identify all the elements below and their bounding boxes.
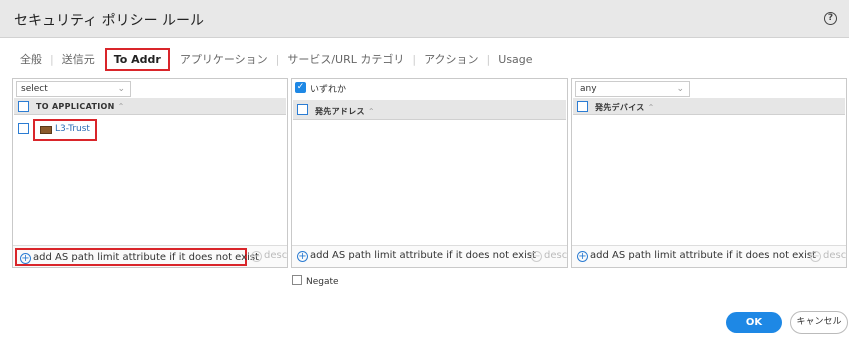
sort-icon: ⌃ [367, 107, 375, 116]
column-header-label[interactable]: 発先アドレス ⌃ [315, 106, 375, 117]
zone-icon [40, 126, 52, 134]
column-title: 発先デバイス [595, 103, 645, 112]
plus-icon: + [297, 251, 308, 262]
highlight-box: L3-Trust [33, 119, 97, 141]
to-application-panel: select ⌄ TO APPLICATION ⌃ L3-Trust + add A… [12, 78, 288, 268]
ok-button[interactable]: OK [726, 312, 782, 333]
minus-icon: − [531, 251, 542, 262]
add-button[interactable]: + add AS path limit attribute if it does … [294, 248, 539, 266]
add-button-label: add AS path limit attribute if it does n… [310, 250, 536, 261]
destination-address-panel: ✓ いずれか 発先アドレス ⌃ + add AS path limit attrib… [291, 78, 568, 268]
add-button-label: add AS path limit attribute if it does n… [33, 252, 259, 263]
delete-button[interactable]: −descr [531, 250, 567, 262]
device-select[interactable]: any ⌄ [575, 81, 690, 97]
plus-icon: + [20, 253, 31, 264]
zone-select[interactable]: select ⌄ [16, 81, 131, 97]
tab-separator: | [486, 52, 491, 66]
minus-icon: − [810, 251, 821, 262]
chevron-down-icon: ⌄ [117, 84, 125, 94]
zone-select-value: select [21, 84, 48, 94]
panel-footer: + add AS path limit attribute if it does … [13, 245, 287, 267]
any-checkbox[interactable]: ✓ [295, 82, 306, 93]
delete-label: descr [823, 250, 846, 261]
zone-name-link[interactable]: L3-Trust [55, 124, 90, 134]
dialog-title: セキュリティ ポリシー ルール [14, 13, 205, 29]
select-all-checkbox[interactable] [297, 104, 308, 115]
delete-label: descr [264, 250, 287, 261]
panel-footer: + add AS path limit attribute if it does … [292, 245, 567, 267]
tab-to-addr[interactable]: To Addr [104, 47, 170, 71]
tab-service-url[interactable]: サービス/URL カテゴリ [281, 51, 410, 67]
row-checkbox[interactable] [18, 123, 29, 134]
sort-icon: ⌃ [647, 103, 655, 112]
add-button[interactable]: + add AS path limit attribute if it does … [574, 248, 819, 266]
column-header-label[interactable]: 発先デバイス ⌃ [595, 102, 655, 113]
column-header-label[interactable]: TO APPLICATION ⌃ [36, 102, 125, 111]
select-all-checkbox[interactable] [18, 101, 29, 112]
column-title: 発先アドレス [315, 107, 365, 116]
negate-checkbox[interactable]: Negate [292, 275, 339, 287]
delete-button[interactable]: −descr [251, 250, 287, 262]
negate-checkbox-box[interactable] [292, 275, 302, 285]
tab-general[interactable]: 全般 [14, 51, 48, 67]
tab-application[interactable]: アプリケーション [174, 51, 274, 67]
tab-separator: | [412, 52, 417, 66]
delete-button[interactable]: −descr [810, 250, 846, 262]
tab-usage[interactable]: Usage [492, 53, 538, 66]
add-button-label: add AS path limit attribute if it does n… [590, 250, 816, 261]
column-header: 発先デバイス ⌃ [573, 98, 845, 115]
any-checkbox-label: いずれか [310, 85, 347, 95]
tab-bar: 全般 | 送信元 To Addr アプリケーション | サービス/URL カテゴ… [14, 47, 539, 71]
tab-separator: | [275, 52, 280, 66]
column-title: TO APPLICATION [36, 102, 115, 111]
help-icon[interactable]: ? [824, 12, 837, 25]
select-all-checkbox[interactable] [577, 101, 588, 112]
delete-label: descr [544, 250, 567, 261]
device-select-value: any [580, 84, 597, 94]
negate-label: Negate [306, 277, 339, 287]
plus-icon: + [577, 251, 588, 262]
column-header: 発先アドレス ⌃ [293, 100, 566, 120]
destination-device-panel: any ⌄ 発先デバイス ⌃ + add AS path limit attribu… [571, 78, 847, 268]
title-bar: セキュリティ ポリシー ルール ? [0, 0, 849, 38]
tab-separator: | [50, 52, 54, 66]
panel-footer: + add AS path limit attribute if it does … [572, 245, 846, 267]
tab-action[interactable]: アクション [418, 51, 484, 67]
tab-source[interactable]: 送信元 [56, 51, 101, 67]
minus-icon: − [251, 251, 262, 262]
sort-icon: ⌃ [117, 102, 125, 111]
add-button[interactable]: + add AS path limit attribute if it does … [15, 248, 259, 266]
chevron-down-icon: ⌄ [676, 84, 684, 94]
cancel-button[interactable]: キャンセル [790, 311, 848, 334]
column-header: TO APPLICATION ⌃ [14, 98, 286, 115]
list-item[interactable]: L3-Trust [14, 119, 286, 141]
